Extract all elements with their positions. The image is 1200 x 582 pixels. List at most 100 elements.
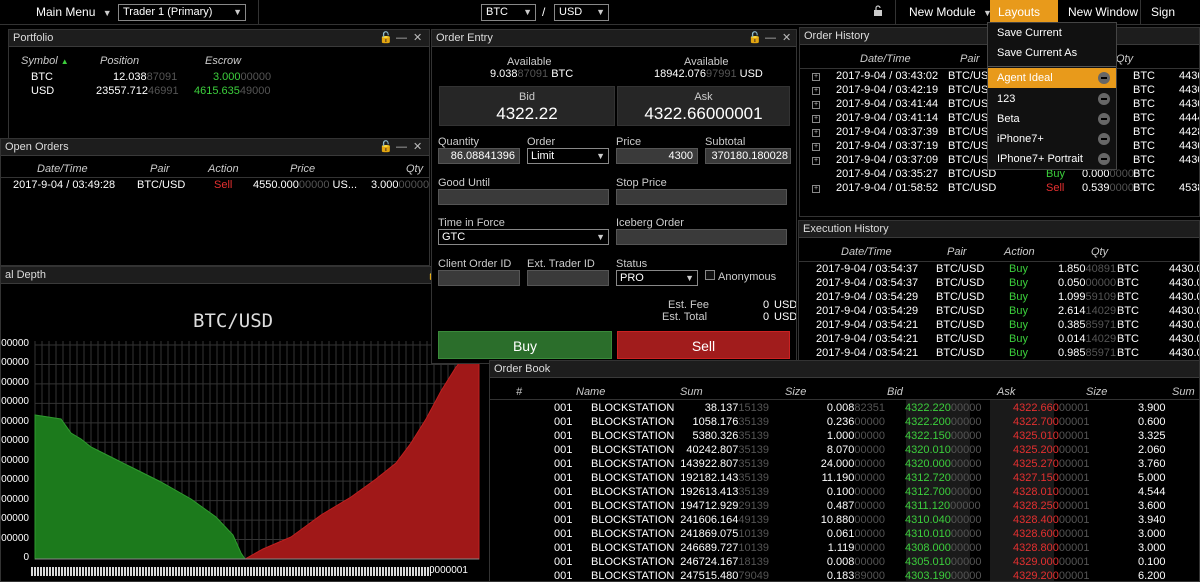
subtotal-input[interactable]: 370180.180028	[705, 148, 791, 164]
sell-button[interactable]: Sell	[617, 331, 790, 359]
close-icon[interactable]: ✕	[413, 30, 422, 47]
table-row[interactable]: 001 BLOCKSTATION 246724.16718139 0.00800000…	[490, 556, 1199, 570]
table-row[interactable]: 001 BLOCKSTATION 241606.16449139 10.8800000…	[490, 514, 1199, 528]
remove-icon[interactable]	[1098, 72, 1110, 84]
column-header-number[interactable]: #	[516, 386, 522, 398]
column-header-qty[interactable]: Qty	[1091, 246, 1108, 258]
quote-currency-select[interactable]: USD ▼	[554, 4, 609, 21]
column-header-datetime[interactable]: Date/Time	[860, 53, 911, 65]
column-header-ask-size[interactable]: Size	[1086, 386, 1107, 398]
column-header-bid[interactable]: Bid	[887, 386, 903, 398]
panel-title: Order Entry	[436, 32, 493, 44]
ask-box[interactable]: Ask 4322.66000001	[617, 86, 790, 126]
expand-icon[interactable]: +	[812, 73, 820, 81]
table-row[interactable]: 001 BLOCKSTATION 192182.14335139 11.1900000…	[490, 472, 1199, 486]
sign-out-button[interactable]: Sign Out	[1143, 0, 1200, 43]
trader-select[interactable]: Trader 1 (Primary) ▼	[118, 4, 246, 21]
table-row[interactable]: 001 BLOCKSTATION 143922.80735139 24.0000000…	[490, 458, 1199, 472]
save-current-as-item[interactable]: Save Current As	[988, 43, 1116, 63]
table-row[interactable]: 001 BLOCKSTATION 247515.48079049 0.18389000…	[490, 570, 1199, 581]
remove-icon[interactable]	[1098, 153, 1110, 165]
layout-item-iphone7-plus[interactable]: iPhone7+	[988, 129, 1116, 149]
column-header-price[interactable]: Price	[290, 163, 315, 175]
time-in-force-select[interactable]: GTC ▼	[438, 229, 609, 245]
minimize-icon[interactable]: —	[396, 139, 407, 156]
table-row[interactable]: 001 BLOCKSTATION 1058.17635139 0.23600000 43…	[490, 416, 1199, 430]
column-header-sum[interactable]: Sum	[680, 386, 703, 398]
save-current-item[interactable]: Save Current	[988, 23, 1116, 43]
new-window-button[interactable]: New Window	[1060, 0, 1146, 24]
layout-item-iphone7-plus-portrait[interactable]: IPhone7+ Portrait	[988, 149, 1116, 169]
minimize-icon[interactable]: —	[396, 30, 407, 47]
status-label: Status	[616, 258, 648, 270]
close-icon[interactable]: ✕	[782, 30, 791, 47]
expand-icon[interactable]: +	[812, 87, 820, 95]
layout-item-123[interactable]: 123	[988, 89, 1116, 109]
expand-icon[interactable]: +	[812, 101, 820, 109]
layouts-button[interactable]: Layouts ▼	[990, 0, 1058, 42]
layout-item-agent-ideal[interactable]: Agent Ideal	[988, 68, 1116, 88]
table-row[interactable]: 001 BLOCKSTATION 246689.72710139 1.11900000…	[490, 542, 1199, 556]
book-ask-size: 2.060	[1138, 444, 1166, 456]
column-header-datetime[interactable]: Date/Time	[841, 246, 892, 258]
column-header-action[interactable]: Action	[208, 163, 239, 175]
new-module-button[interactable]: New Module ▼	[901, 0, 1000, 24]
order-type-select[interactable]: Limit ▼	[527, 148, 609, 164]
lock-icon[interactable]: 🔓	[379, 30, 393, 47]
lock-icon[interactable]: 🔓	[379, 139, 393, 156]
expand-icon[interactable]: +	[812, 129, 820, 137]
bid-box[interactable]: Bid 4322.22	[439, 86, 615, 126]
column-header-action[interactable]: Action	[1004, 246, 1035, 258]
table-row[interactable]: 001 BLOCKSTATION 38.13715139 0.00882351 4322…	[490, 402, 1199, 416]
remove-icon[interactable]	[1098, 133, 1110, 145]
column-header-escrow[interactable]: Escrow	[205, 55, 241, 67]
column-header-pair[interactable]: Pair	[150, 163, 170, 175]
chevron-down-icon: ▼	[596, 151, 605, 161]
column-header-size[interactable]: Size	[785, 386, 806, 398]
trader-select-value: Trader 1 (Primary)	[123, 6, 213, 18]
table-row[interactable]: 001 BLOCKSTATION 192613.41335139 0.10000000…	[490, 486, 1199, 500]
lock-icon[interactable]: 🔓	[748, 30, 762, 47]
main-menu-button[interactable]: Main Menu ▼	[28, 0, 120, 24]
column-header-pair[interactable]: Pair	[960, 53, 980, 65]
layout-item-beta[interactable]: Beta	[988, 109, 1116, 129]
stop-price-input[interactable]	[616, 189, 787, 205]
table-row[interactable]: 001 BLOCKSTATION 194712.92929139 0.48700000…	[490, 500, 1199, 514]
expand-icon[interactable]: +	[812, 115, 820, 123]
column-header-symbol[interactable]: Symbol ▲	[21, 55, 69, 67]
remove-icon[interactable]	[1098, 113, 1110, 125]
base-currency-select[interactable]: BTC ▼	[481, 4, 536, 21]
expand-icon[interactable]: +	[812, 185, 820, 193]
table-row[interactable]: 001 BLOCKSTATION 241869.07510139 0.06100000…	[490, 528, 1199, 542]
expand-icon[interactable]: +	[812, 157, 820, 165]
ext-trader-id-input[interactable]	[527, 270, 609, 286]
chevron-down-icon: ▼	[596, 232, 605, 242]
good-until-input[interactable]	[438, 189, 609, 205]
column-header-position[interactable]: Position	[100, 55, 139, 67]
table-row[interactable]: 001 BLOCKSTATION 5380.32635139 1.00000000 43…	[490, 430, 1199, 444]
expand-icon[interactable]: +	[812, 143, 820, 151]
close-icon[interactable]: ✕	[413, 139, 422, 156]
book-bid: 4312.72000000	[905, 472, 982, 484]
status-select[interactable]: PRO ▼	[616, 270, 698, 286]
unlock-icon[interactable]	[873, 5, 883, 17]
table-row[interactable]: 001 BLOCKSTATION 40242.80735139 8.07000000 4…	[490, 444, 1199, 458]
minimize-icon[interactable]: —	[765, 30, 776, 47]
buy-button[interactable]: Buy	[438, 331, 612, 359]
anonymous-checkbox[interactable]	[705, 270, 715, 280]
execution-action: Buy	[1009, 263, 1028, 275]
iceberg-order-input[interactable]	[616, 229, 787, 245]
column-header-datetime[interactable]: Date/Time	[37, 163, 88, 175]
execution-price: 4430.0	[1169, 291, 1200, 303]
column-header-ask-sum[interactable]: Sum	[1172, 386, 1195, 398]
quantity-input[interactable]: 86.08841396	[438, 148, 520, 164]
column-header-name[interactable]: Name	[576, 386, 605, 398]
column-header-qty[interactable]: Qty	[1116, 53, 1133, 65]
column-header-qty[interactable]: Qty	[406, 163, 423, 175]
remove-icon[interactable]	[1098, 93, 1110, 105]
column-header-pair[interactable]: Pair	[947, 246, 967, 258]
client-order-id-input[interactable]	[438, 270, 520, 286]
price-input[interactable]: 4300	[616, 148, 698, 164]
column-header-ask[interactable]: Ask	[997, 386, 1015, 398]
book-bid: 4310.01000000	[905, 528, 982, 540]
